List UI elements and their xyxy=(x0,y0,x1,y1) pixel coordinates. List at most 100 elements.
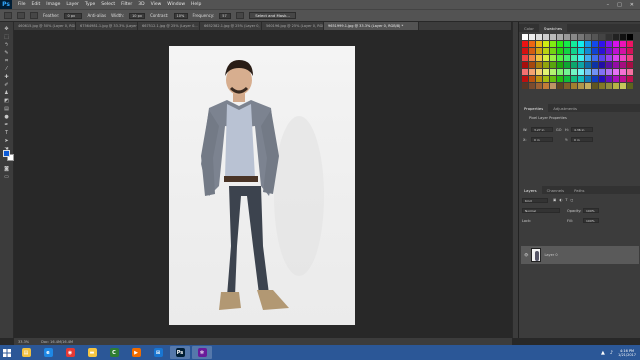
swatch[interactable] xyxy=(536,41,542,47)
move-tool-icon[interactable]: ✥ xyxy=(2,25,11,32)
swatch[interactable] xyxy=(585,62,591,68)
swatch[interactable] xyxy=(536,69,542,75)
tab-properties[interactable]: Properties xyxy=(519,104,549,112)
path-select-tool-icon[interactable]: ➤ xyxy=(2,137,11,144)
swatch[interactable] xyxy=(564,48,570,54)
swatch[interactable] xyxy=(564,55,570,61)
swatch[interactable] xyxy=(578,62,584,68)
swatch[interactable] xyxy=(613,83,619,89)
swatch[interactable] xyxy=(585,41,591,47)
swatch[interactable] xyxy=(536,34,542,40)
swatch[interactable] xyxy=(550,48,556,54)
swatch[interactable] xyxy=(599,55,605,61)
swatch[interactable] xyxy=(571,62,577,68)
swatch[interactable] xyxy=(564,34,570,40)
swatch[interactable] xyxy=(585,69,591,75)
swatch[interactable] xyxy=(564,69,570,75)
doc-tab[interactable]: 560196.jpg @ 25% (Layer 0, RGB... xyxy=(262,22,324,30)
swatch[interactable] xyxy=(620,55,626,61)
swatch[interactable] xyxy=(613,76,619,82)
swatch[interactable] xyxy=(550,76,556,82)
swatch[interactable] xyxy=(606,76,612,82)
swatch[interactable] xyxy=(578,34,584,40)
taskbar-item[interactable]: e xyxy=(38,346,58,359)
swatch[interactable] xyxy=(536,48,542,54)
swatch[interactable] xyxy=(550,62,556,68)
swatch[interactable] xyxy=(536,83,542,89)
swatch[interactable] xyxy=(578,48,584,54)
type-tool-icon[interactable]: T xyxy=(2,129,11,136)
swatch[interactable] xyxy=(522,48,528,54)
swatch[interactable] xyxy=(627,62,633,68)
swatch[interactable] xyxy=(613,62,619,68)
eyedropper-tool-icon[interactable]: ⁄ xyxy=(2,65,11,72)
swatch[interactable] xyxy=(543,76,549,82)
swatch[interactable] xyxy=(592,34,598,40)
swatch[interactable] xyxy=(529,55,535,61)
width-field[interactable]: 3.27 in xyxy=(531,127,553,132)
swatch[interactable] xyxy=(606,41,612,47)
swatch[interactable] xyxy=(536,55,542,61)
swatch[interactable] xyxy=(564,41,570,47)
y-field[interactable]: 0 in xyxy=(571,137,593,142)
x-field[interactable]: 0 in xyxy=(531,137,553,142)
swatch[interactable] xyxy=(529,76,535,82)
swatch[interactable] xyxy=(613,69,619,75)
swatch[interactable] xyxy=(613,41,619,47)
tab-adjustments[interactable]: Adjustments xyxy=(548,104,582,112)
swatch[interactable] xyxy=(627,48,633,54)
menu-layer[interactable]: Layer xyxy=(66,2,79,7)
swatch[interactable] xyxy=(585,76,591,82)
swatch[interactable] xyxy=(578,55,584,61)
swatch[interactable] xyxy=(550,83,556,89)
taskbar-item[interactable]: C xyxy=(104,346,124,359)
menu-type[interactable]: Type xyxy=(85,2,95,7)
swatch[interactable] xyxy=(620,83,626,89)
swatch[interactable] xyxy=(578,83,584,89)
swatch[interactable] xyxy=(522,34,528,40)
swatch[interactable] xyxy=(529,34,535,40)
swatch[interactable] xyxy=(606,55,612,61)
swatch[interactable] xyxy=(592,76,598,82)
swatch[interactable] xyxy=(557,41,563,47)
swatch[interactable] xyxy=(522,41,528,47)
swatch[interactable] xyxy=(620,62,626,68)
taskbar-item[interactable]: ▶ xyxy=(126,346,146,359)
menu-edit[interactable]: Edit xyxy=(32,2,41,7)
menu-image[interactable]: Image xyxy=(46,2,60,7)
swatch[interactable] xyxy=(620,69,626,75)
swatch[interactable] xyxy=(585,83,591,89)
swatch[interactable] xyxy=(529,41,535,47)
contrast-input[interactable]: 10% xyxy=(173,12,188,19)
swatch[interactable] xyxy=(627,55,633,61)
swatch[interactable] xyxy=(606,62,612,68)
swatch[interactable] xyxy=(536,62,542,68)
marquee-tool-icon[interactable]: ⬚ xyxy=(2,33,11,40)
swatch[interactable] xyxy=(543,83,549,89)
swatch[interactable] xyxy=(585,48,591,54)
swatch[interactable] xyxy=(557,69,563,75)
swatch[interactable] xyxy=(613,34,619,40)
menu-file[interactable]: File xyxy=(18,2,26,7)
swatch[interactable] xyxy=(620,34,626,40)
swatch[interactable] xyxy=(543,34,549,40)
tab-swatches[interactable]: Swatches xyxy=(538,24,568,32)
swatch[interactable] xyxy=(543,69,549,75)
crop-tool-icon[interactable]: ⌗ xyxy=(2,57,11,64)
swatch[interactable] xyxy=(564,62,570,68)
swatch[interactable] xyxy=(571,34,577,40)
swatch[interactable] xyxy=(571,83,577,89)
taskbar-item[interactable]: ▬ xyxy=(82,346,102,359)
swatch[interactable] xyxy=(571,41,577,47)
swatch[interactable] xyxy=(529,62,535,68)
swatch[interactable] xyxy=(557,55,563,61)
doc-tab[interactable]: 667512.1.jpg @ 25% (Layer 0... xyxy=(138,22,200,30)
filter-adjust-icon[interactable]: ◐ xyxy=(559,198,562,202)
swatch[interactable] xyxy=(529,48,535,54)
swatch[interactable] xyxy=(585,34,591,40)
quick-mask-icon[interactable]: ◙ xyxy=(2,165,11,172)
swatch[interactable] xyxy=(529,83,535,89)
swatch[interactable] xyxy=(578,76,584,82)
swatch[interactable] xyxy=(522,83,528,89)
pen-tool-icon[interactable]: ✒ xyxy=(2,121,11,128)
